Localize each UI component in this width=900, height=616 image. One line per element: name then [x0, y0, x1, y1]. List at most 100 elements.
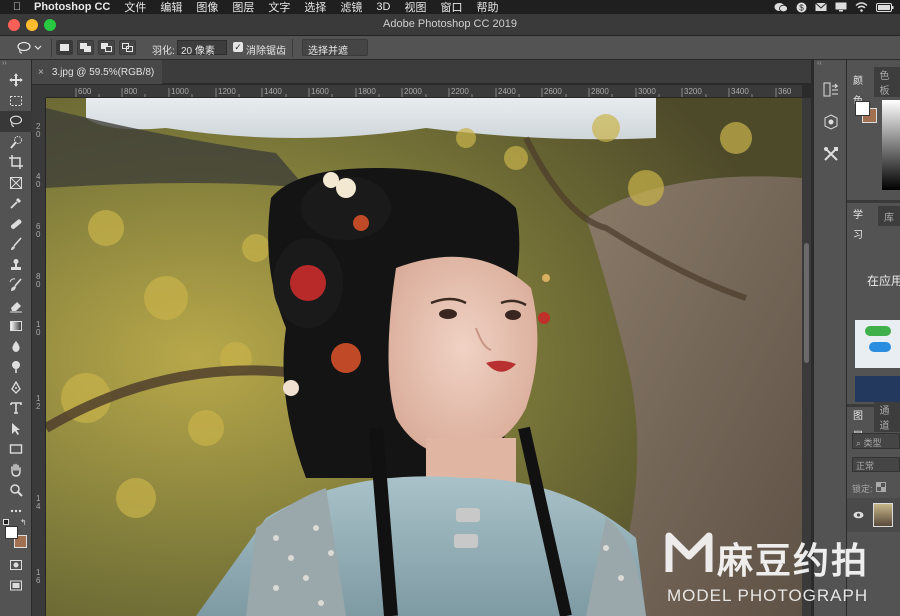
tab-libraries[interactable]: 库 [878, 208, 900, 224]
ruler-origin[interactable] [32, 85, 46, 98]
ruler-label: 6 [36, 576, 41, 585]
watermark-brand: 麻豆约拍 [717, 541, 870, 582]
mac-menubar:  Photoshop CC 文件 编辑 图像 图层 文字 选择 滤镜 3D 视… [0, 0, 900, 14]
menu-edit[interactable]: 编辑 [160, 0, 182, 15]
tool-history-brush[interactable] [0, 275, 32, 296]
mail-icon[interactable] [815, 2, 827, 12]
document-tab[interactable]: × 3.jpg @ 59.5%(RGB/8) [32, 60, 162, 84]
foreground-color-chip[interactable] [855, 101, 870, 116]
learn-tutorial-thumbnail[interactable] [855, 320, 900, 368]
close-tab-icon[interactable]: × [38, 67, 44, 78]
layer-row[interactable] [847, 498, 900, 532]
svg-text:$: $ [799, 3, 804, 12]
subtract-selection-button[interactable] [98, 40, 115, 55]
display-icon[interactable] [835, 2, 847, 12]
antialias-label: 消除锯齿 [246, 46, 286, 57]
new-selection-button[interactable] [56, 40, 73, 55]
layer-filter-input[interactable]: ⌕ 类型 [852, 433, 900, 449]
document-tabbar: × 3.jpg @ 59.5%(RGB/8) [32, 60, 811, 84]
wifi-icon[interactable] [855, 2, 868, 12]
tool-move[interactable] [0, 70, 32, 91]
menu-help[interactable]: 帮助 [476, 0, 498, 15]
tab-swatches[interactable]: 色板 [873, 67, 900, 97]
lock-transparent-icon[interactable] [876, 482, 886, 492]
default-colors-icon[interactable] [3, 519, 9, 525]
layers-panel-tabs: 图层 通道 [847, 402, 900, 442]
lock-label: 锁定: [852, 484, 873, 494]
history-panel-button[interactable] [821, 80, 841, 100]
tool-frame[interactable] [0, 173, 32, 194]
tool-gradient[interactable] [0, 316, 32, 337]
menu-layer[interactable]: 图层 [232, 0, 254, 15]
stamp-icon [11, 258, 21, 270]
panel-grip[interactable]: ›› [0, 60, 31, 70]
history-icon [823, 82, 838, 97]
color-swatches[interactable]: ↰ [0, 518, 32, 555]
dollar-icon[interactable]: $ [796, 2, 807, 13]
antialias-checkbox[interactable]: ✓ [233, 42, 243, 52]
panel-grip[interactable]: ‹‹ [817, 60, 822, 67]
blend-mode-select[interactable]: 正常 [852, 457, 900, 472]
ruler-label: 1000 [171, 87, 189, 96]
tools-panel: ›› ↰ [0, 60, 32, 616]
menu-file[interactable]: 文件 [124, 0, 146, 15]
learn-tutorial-thumbnail-2[interactable] [855, 376, 900, 402]
tool-screen-mode[interactable] [0, 576, 32, 597]
tool-brush[interactable] [0, 234, 32, 255]
pen-icon [11, 380, 21, 394]
tab-color[interactable]: 颜色 [847, 72, 874, 107]
horizontal-ruler[interactable]: 600 800 1000 1200 1400 1600 1800 2000 22… [46, 85, 802, 98]
select-and-mask-button[interactable]: 选择并遮住... [302, 39, 368, 72]
eye-icon[interactable] [853, 511, 864, 519]
divider [51, 39, 52, 57]
tab-layers[interactable]: 图层 [847, 407, 874, 442]
tool-path-select[interactable] [0, 419, 32, 440]
menu-filter[interactable]: 滤镜 [340, 0, 362, 15]
properties-panel-button[interactable] [821, 112, 841, 132]
tool-blur[interactable] [0, 337, 32, 358]
move-icon [9, 73, 23, 88]
add-selection-button[interactable] [77, 40, 94, 55]
foreground-color-swatch[interactable] [5, 526, 18, 539]
color-picker-field[interactable] [882, 100, 900, 190]
vertical-ruler[interactable]: 2 0 4 0 6 0 8 0 1 0 1 2 1 4 1 6 [32, 98, 46, 616]
menu-type[interactable]: 文字 [268, 0, 290, 15]
apple-icon[interactable]:  [0, 1, 34, 13]
menu-window[interactable]: 窗口 [440, 0, 462, 15]
tool-marquee[interactable] [0, 91, 32, 112]
tool-lasso[interactable] [0, 111, 32, 132]
watermark-subtitle: MODEL PHOTOGRAPH [667, 586, 869, 605]
tool-hand[interactable] [0, 460, 32, 481]
tool-pen[interactable] [0, 378, 32, 399]
tab-learn[interactable]: 学习 [847, 206, 878, 241]
lasso-preset-icon[interactable] [16, 41, 42, 55]
menu-3d[interactable]: 3D [376, 1, 390, 13]
scroll-thumb[interactable] [804, 243, 809, 363]
tool-more[interactable] [0, 501, 32, 522]
tools-preset-button[interactable] [821, 144, 841, 164]
app-name-menu[interactable]: Photoshop CC [34, 1, 110, 13]
menu-view[interactable]: 视图 [404, 0, 426, 15]
tool-eyedropper[interactable] [0, 193, 32, 214]
tool-eraser[interactable] [0, 296, 32, 317]
menu-select[interactable]: 选择 [304, 0, 326, 15]
tool-quick-mask[interactable] [0, 555, 32, 576]
tool-clone-stamp[interactable] [0, 255, 32, 276]
wechat-icon[interactable] [774, 2, 788, 13]
intersect-selection-button[interactable] [119, 40, 136, 55]
tool-dodge[interactable] [0, 357, 32, 378]
tool-healing-brush[interactable] [0, 214, 32, 235]
ruler-label: 2800 [591, 87, 609, 96]
feather-input[interactable]: 20 像素 [177, 40, 227, 57]
watermark: 麻豆约拍 MODEL PHOTOGRAPH [665, 528, 895, 612]
battery-icon[interactable] [876, 2, 894, 12]
tab-channels[interactable]: 通道 [873, 402, 900, 432]
tool-zoom[interactable] [0, 480, 32, 501]
tool-quick-select[interactable] [0, 132, 32, 153]
swap-colors-icon[interactable]: ↰ [20, 518, 27, 527]
menu-image[interactable]: 图像 [196, 0, 218, 15]
tool-type[interactable] [0, 398, 32, 419]
tool-crop[interactable] [0, 152, 32, 173]
type-icon [10, 402, 22, 415]
tool-rectangle[interactable] [0, 439, 32, 460]
